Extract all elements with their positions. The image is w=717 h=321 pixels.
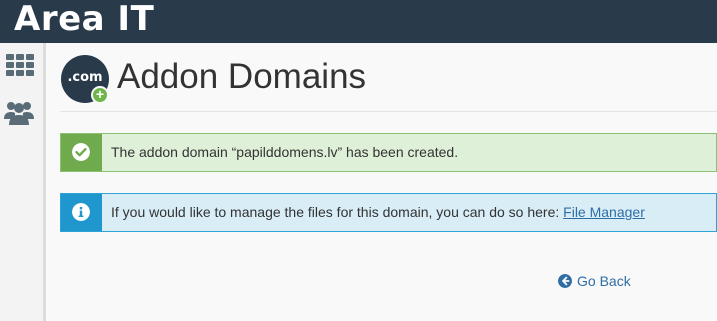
sidebar-item-users[interactable] [3, 97, 37, 127]
info-message: If you would like to manage the files fo… [111, 194, 645, 231]
main-content: .com + Addon Domains The addon domain “p… [60, 43, 717, 321]
info-circle-icon [72, 203, 90, 221]
arrow-left-circle-icon [558, 274, 572, 288]
sidebar-item-apps[interactable] [3, 51, 37, 81]
title-divider [60, 111, 717, 112]
success-icon-box [61, 134, 102, 171]
grid-icon [6, 54, 34, 76]
success-alert: The addon domain “papilddomens.lv” has b… [60, 133, 717, 172]
dotcom-label: .com [67, 70, 103, 85]
plus-badge-icon: + [91, 86, 109, 104]
users-icon [4, 102, 34, 125]
check-circle-icon [72, 143, 90, 161]
page-title: Addon Domains [117, 57, 367, 96]
success-message: The addon domain “papilddomens.lv” has b… [111, 144, 459, 160]
brand-title[interactable]: Area IT [14, 0, 154, 38]
go-back-label: Go Back [577, 273, 631, 289]
info-message-text: If you would like to manage the files fo… [111, 204, 564, 220]
addon-domains-icon: .com + [61, 55, 109, 104]
top-bar: Area IT [0, 0, 717, 43]
info-alert: If you would like to manage the files fo… [60, 193, 717, 232]
file-manager-link[interactable]: File Manager [563, 204, 645, 220]
sidebar [0, 43, 46, 321]
info-icon-box [61, 194, 102, 231]
